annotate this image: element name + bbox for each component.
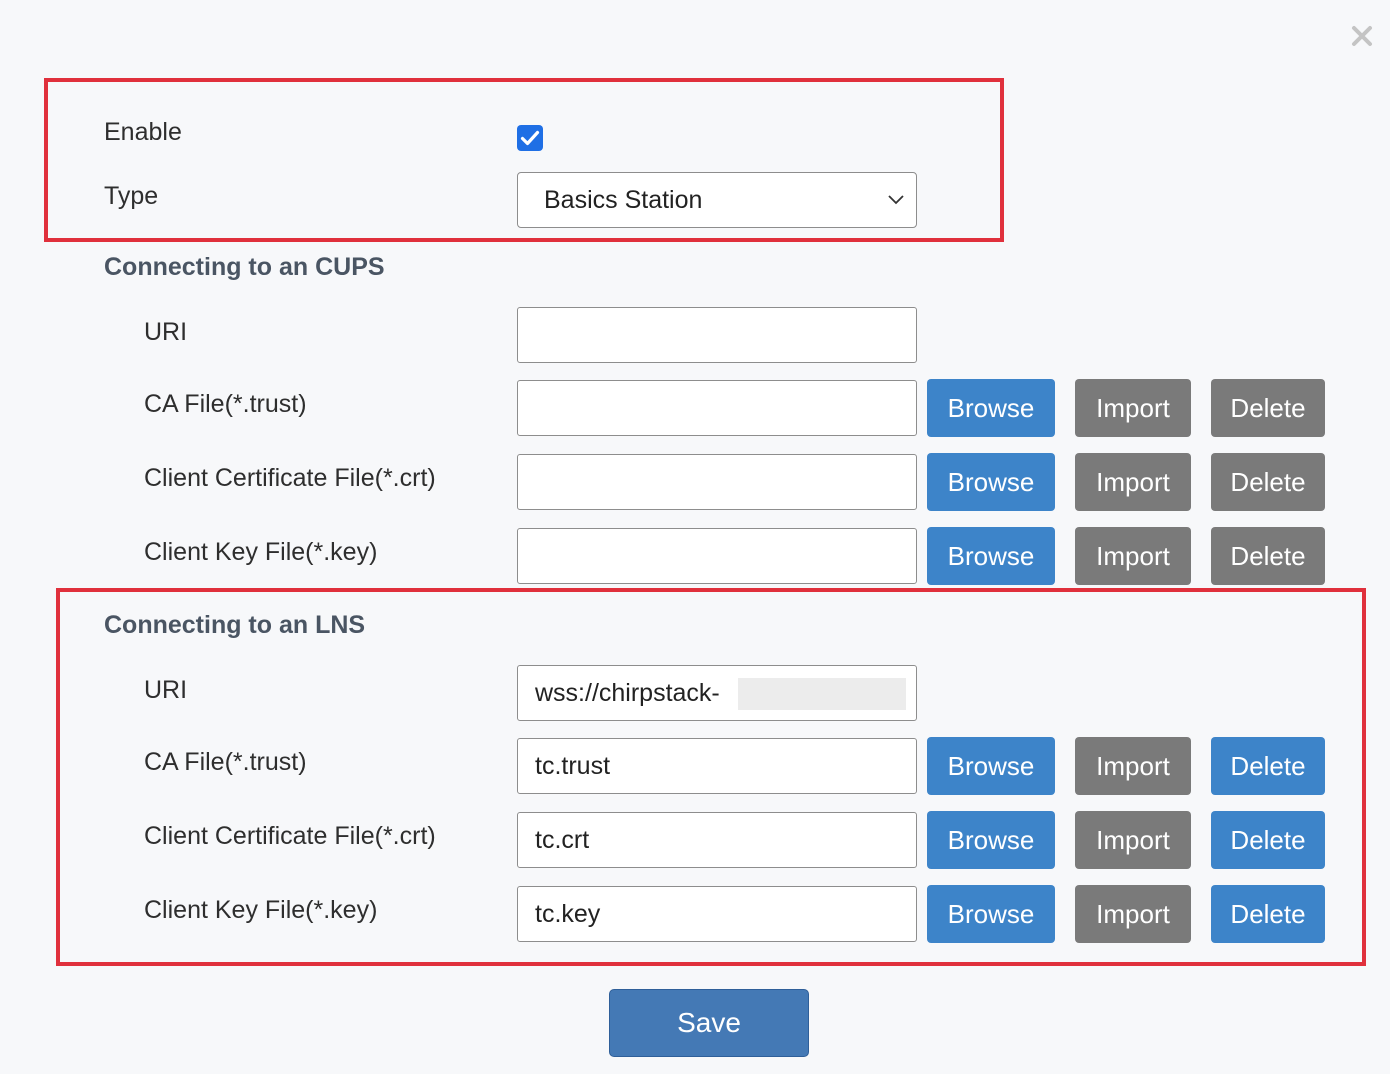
cups-uri-label: URI — [144, 318, 188, 346]
lns-ca-label: CA File(*.trust) — [144, 748, 307, 776]
cups-key-label: Client Key File(*.key) — [144, 538, 378, 566]
type-select[interactable]: Basics Station — [517, 172, 917, 228]
chevron-down-icon — [888, 195, 904, 205]
settings-dialog: Enable Type Basics Station Connecting to… — [0, 0, 1390, 1074]
lns-cert-label: Client Certificate File(*.crt) — [144, 822, 436, 850]
lns-key-input[interactable] — [517, 886, 917, 942]
cups-section-title: Connecting to an CUPS — [104, 253, 385, 281]
lns-key-import-button[interactable]: Import — [1075, 885, 1191, 943]
lns-ca-input[interactable] — [517, 738, 917, 794]
cups-cert-label: Client Certificate File(*.crt) — [144, 464, 436, 492]
type-select-value: Basics Station — [544, 186, 703, 214]
lns-key-delete-button[interactable]: Delete — [1211, 885, 1325, 943]
save-button[interactable]: Save — [609, 989, 809, 1057]
cups-ca-browse-button[interactable]: Browse — [927, 379, 1055, 437]
lns-key-label: Client Key File(*.key) — [144, 896, 378, 924]
lns-uri-label: URI — [144, 676, 188, 704]
cups-ca-input[interactable] — [517, 380, 917, 436]
cups-cert-browse-button[interactable]: Browse — [927, 453, 1055, 511]
cups-uri-input[interactable] — [517, 307, 917, 363]
cups-cert-delete-button[interactable]: Delete — [1211, 453, 1325, 511]
cups-ca-label: CA File(*.trust) — [144, 390, 307, 418]
cups-key-browse-button[interactable]: Browse — [927, 527, 1055, 585]
type-label: Type — [104, 182, 159, 210]
lns-cert-browse-button[interactable]: Browse — [927, 811, 1055, 869]
close-icon[interactable] — [1348, 22, 1376, 50]
lns-section-title: Connecting to an LNS — [104, 611, 366, 639]
cups-key-input[interactable] — [517, 528, 917, 584]
lns-cert-delete-button[interactable]: Delete — [1211, 811, 1325, 869]
lns-ca-delete-button[interactable]: Delete — [1211, 737, 1325, 795]
checkmark-icon — [520, 130, 540, 146]
cups-key-import-button[interactable]: Import — [1075, 527, 1191, 585]
lns-cert-import-button[interactable]: Import — [1075, 811, 1191, 869]
lns-ca-import-button[interactable]: Import — [1075, 737, 1191, 795]
lns-cert-input[interactable] — [517, 812, 917, 868]
cups-cert-import-button[interactable]: Import — [1075, 453, 1191, 511]
cups-ca-import-button[interactable]: Import — [1075, 379, 1191, 437]
enable-checkbox[interactable] — [517, 125, 543, 151]
lns-key-browse-button[interactable]: Browse — [927, 885, 1055, 943]
lns-ca-browse-button[interactable]: Browse — [927, 737, 1055, 795]
cups-ca-delete-button[interactable]: Delete — [1211, 379, 1325, 437]
enable-label: Enable — [104, 118, 182, 146]
cups-key-delete-button[interactable]: Delete — [1211, 527, 1325, 585]
redacted-overlay — [738, 678, 906, 710]
cups-cert-input[interactable] — [517, 454, 917, 510]
